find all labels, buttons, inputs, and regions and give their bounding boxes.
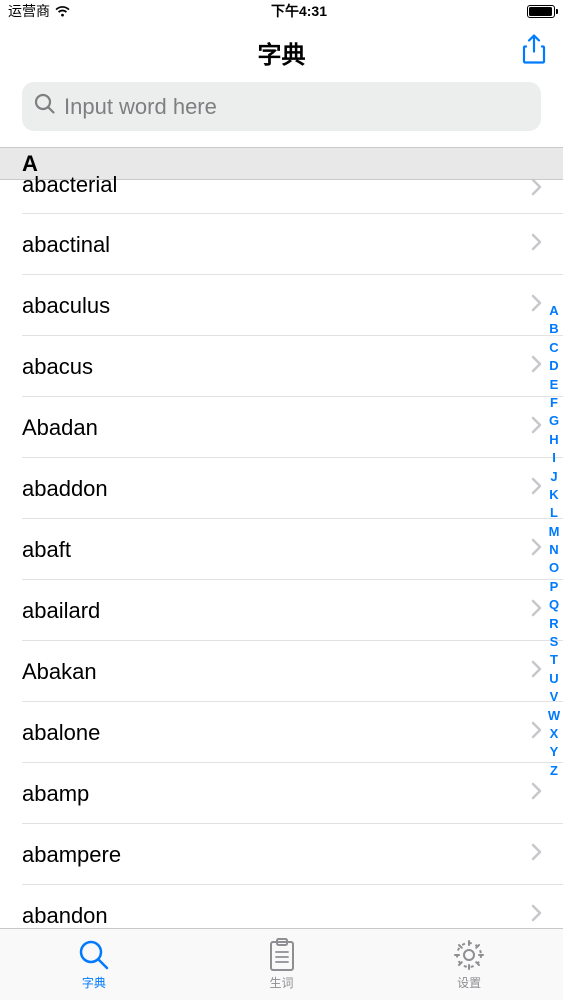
word-row[interactable]: abailard xyxy=(0,580,563,641)
search-input[interactable]: Input word here xyxy=(22,82,541,131)
page-title: 字典 xyxy=(258,35,306,70)
index-letter[interactable]: A xyxy=(547,303,561,320)
word-row[interactable]: abacterial xyxy=(0,180,563,214)
word-row[interactable]: abalone xyxy=(0,702,563,763)
chevron-right-icon xyxy=(531,477,543,500)
index-letter[interactable]: D xyxy=(547,358,561,375)
chevron-right-icon xyxy=(531,843,543,866)
index-letter[interactable]: O xyxy=(547,560,561,577)
tab-dictionary[interactable]: 字典 xyxy=(0,929,188,1000)
search-icon xyxy=(77,938,111,972)
tab-label: 生词 xyxy=(270,974,294,991)
chevron-right-icon xyxy=(531,355,543,378)
index-letter[interactable]: V xyxy=(547,689,561,706)
chevron-right-icon xyxy=(531,538,543,561)
word-row[interactable]: abamp xyxy=(0,763,563,824)
chevron-right-icon xyxy=(531,294,543,317)
index-letter[interactable]: C xyxy=(547,340,561,357)
index-letter[interactable]: W xyxy=(547,708,561,725)
word-row[interactable]: abaft xyxy=(0,519,563,580)
word-text: abampere xyxy=(22,842,121,868)
word-list: abacterial abactinal abaculus abacus Abadan a… xyxy=(0,180,563,928)
index-letter[interactable]: S xyxy=(547,634,561,651)
index-letter[interactable]: J xyxy=(547,469,561,486)
word-text: Abadan xyxy=(22,415,98,441)
word-text: abaculus xyxy=(22,293,110,319)
chevron-right-icon xyxy=(531,721,543,744)
word-text: abacterial xyxy=(22,172,117,198)
word-row[interactable]: Abakan xyxy=(0,641,563,702)
share-button[interactable] xyxy=(521,34,547,71)
wifi-icon xyxy=(54,5,71,18)
gear-icon xyxy=(452,938,486,972)
time-label: 下午4:31 xyxy=(271,1,327,21)
index-letter[interactable]: B xyxy=(547,321,561,338)
index-letter[interactable]: N xyxy=(547,542,561,559)
word-row[interactable]: abandon xyxy=(0,885,563,928)
alpha-index[interactable]: ABCDEFGHIJKLMNOPQRSTUVWXYZ xyxy=(547,303,561,780)
index-letter[interactable]: M xyxy=(547,524,561,541)
word-row[interactable]: Abadan xyxy=(0,397,563,458)
word-row[interactable]: abactinal xyxy=(0,214,563,275)
word-row[interactable]: abacus xyxy=(0,336,563,397)
chevron-right-icon xyxy=(531,599,543,622)
word-text: abaddon xyxy=(22,476,108,502)
word-row[interactable]: abampere xyxy=(0,824,563,885)
index-letter[interactable]: F xyxy=(547,395,561,412)
index-letter[interactable]: K xyxy=(547,487,561,504)
index-letter[interactable]: Y xyxy=(547,744,561,761)
index-letter[interactable]: X xyxy=(547,726,561,743)
index-letter[interactable]: T xyxy=(547,652,561,669)
word-text: abacus xyxy=(22,354,93,380)
carrier-label: 运营商 xyxy=(8,1,50,21)
index-letter[interactable]: R xyxy=(547,616,561,633)
chevron-right-icon xyxy=(531,416,543,439)
tab-vocabulary[interactable]: 生词 xyxy=(188,929,376,1000)
index-letter[interactable]: U xyxy=(547,671,561,688)
word-text: abailard xyxy=(22,598,100,624)
nav-bar: 字典 xyxy=(0,22,563,82)
clipboard-icon xyxy=(267,938,297,972)
chevron-right-icon xyxy=(531,178,543,201)
index-letter[interactable]: Z xyxy=(547,763,561,780)
index-letter[interactable]: G xyxy=(547,413,561,430)
index-letter[interactable]: Q xyxy=(547,597,561,614)
index-letter[interactable]: P xyxy=(547,579,561,596)
index-letter[interactable]: L xyxy=(547,505,561,522)
index-letter[interactable]: I xyxy=(547,450,561,467)
tab-settings[interactable]: 设置 xyxy=(375,929,563,1000)
index-letter[interactable]: H xyxy=(547,432,561,449)
word-text: abandon xyxy=(22,903,108,929)
chevron-right-icon xyxy=(531,233,543,256)
chevron-right-icon xyxy=(531,660,543,683)
chevron-right-icon xyxy=(531,904,543,927)
battery-icon xyxy=(527,5,555,18)
tab-label: 字典 xyxy=(82,974,106,991)
word-text: abaft xyxy=(22,537,71,563)
word-text: Abakan xyxy=(22,659,97,685)
tab-label: 设置 xyxy=(457,974,481,991)
word-row[interactable]: abaddon xyxy=(0,458,563,519)
word-text: abamp xyxy=(22,781,89,807)
tab-bar: 字典 生词 设置 xyxy=(0,928,563,1000)
status-bar: 运营商 下午4:31 xyxy=(0,0,563,22)
chevron-right-icon xyxy=(531,782,543,805)
search-placeholder: Input word here xyxy=(64,94,217,120)
word-row[interactable]: abaculus xyxy=(0,275,563,336)
word-text: abactinal xyxy=(22,232,110,258)
search-icon xyxy=(34,93,56,120)
word-text: abalone xyxy=(22,720,100,746)
index-letter[interactable]: E xyxy=(547,377,561,394)
